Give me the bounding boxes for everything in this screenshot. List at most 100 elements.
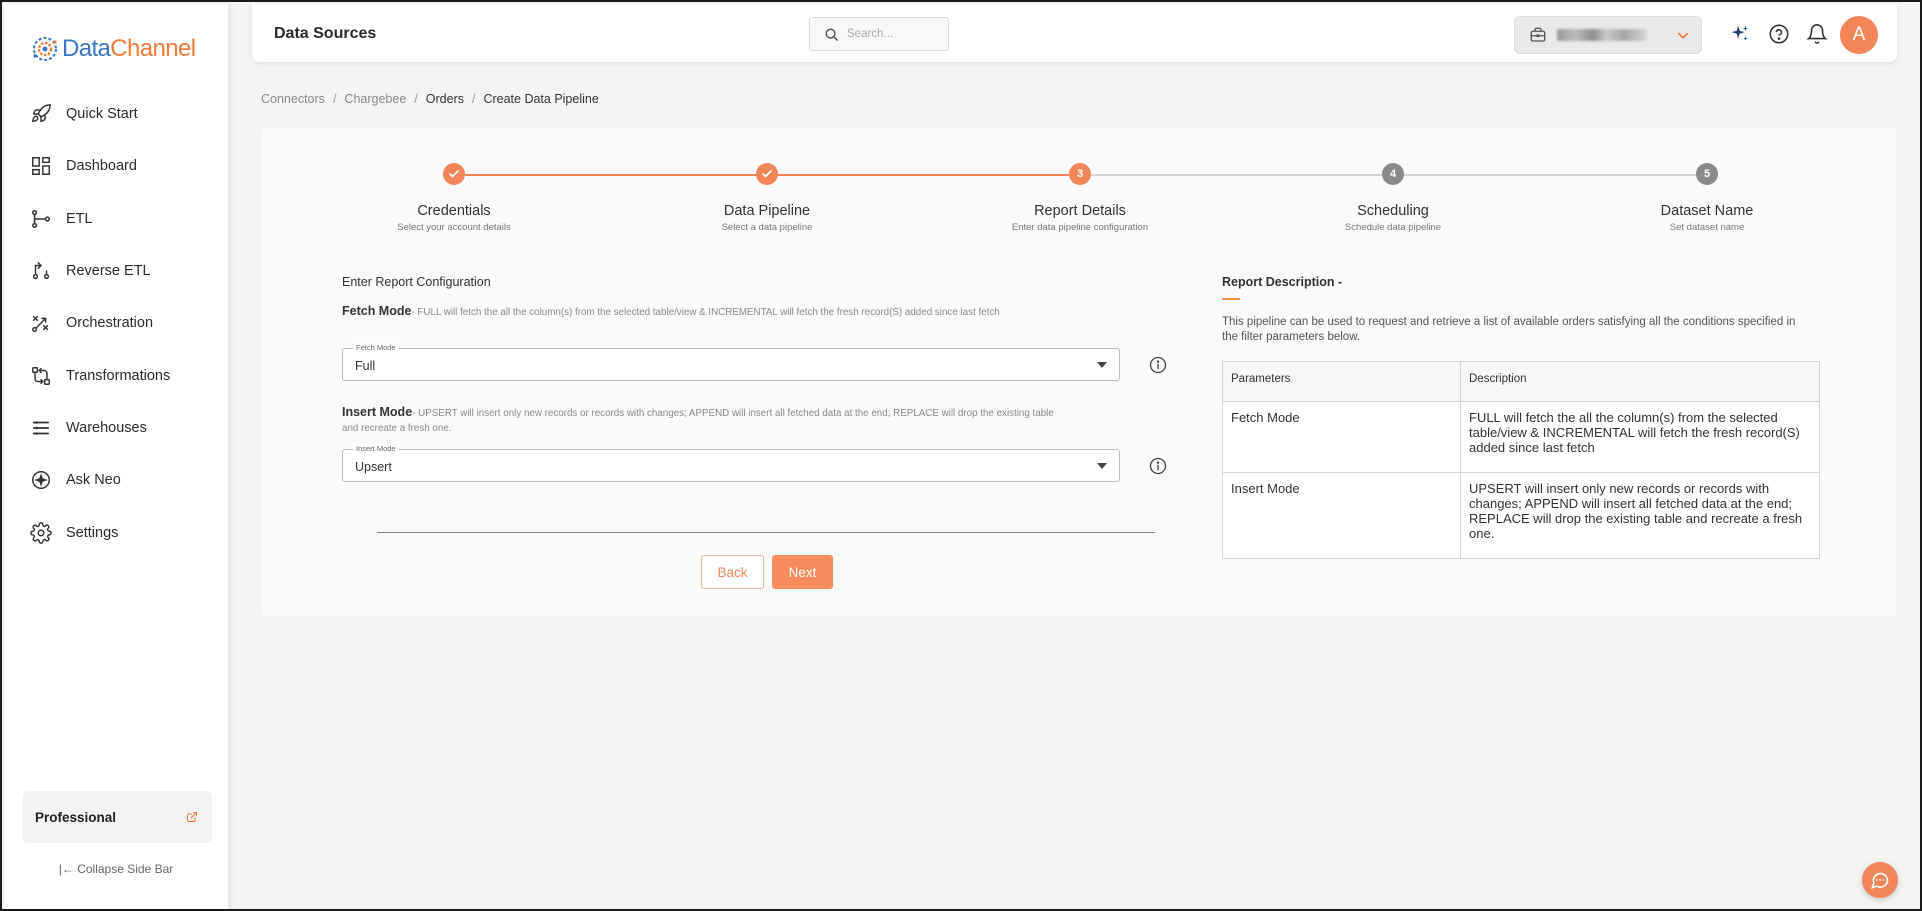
avatar[interactable]: A (1840, 16, 1878, 54)
fetch-mode-description: Fetch Mode- FULL will fetch the all the … (342, 304, 1062, 320)
back-button[interactable]: Back (701, 555, 764, 589)
info-icon[interactable] (1149, 356, 1167, 374)
table-cell: FULL will fetch the all the column(s) fr… (1460, 401, 1820, 473)
sidebar-item-label: Ask Neo (66, 472, 121, 489)
reverse-etl-icon (32, 262, 50, 280)
form-divider (377, 532, 1155, 533)
workspace-selector[interactable] (1514, 16, 1702, 54)
breadcrumb-connectors[interactable]: Connectors (261, 92, 325, 106)
ask-neo-icon (32, 471, 50, 490)
collapse-icon: |← (58, 862, 78, 876)
step-subtitle: Set dataset name (1669, 222, 1745, 233)
orchestration-icon (32, 316, 49, 333)
plan-card[interactable]: Professional (22, 791, 212, 843)
step-3-active: 3 (1069, 163, 1091, 185)
collapse-label: Collapse Side Bar (77, 862, 174, 876)
rocket-icon (32, 104, 51, 123)
sidebar-item-etl[interactable]: ETL (4, 193, 228, 245)
sidebar-item-ask-neo[interactable]: Ask Neo (4, 454, 228, 506)
sidebar-item-dashboard[interactable]: Dashboard (4, 140, 228, 192)
table-header: Parameters (1222, 361, 1461, 402)
table-cell: Fetch Mode (1222, 401, 1461, 473)
table-header: Description (1460, 361, 1820, 402)
sidebar-item-orchestration[interactable]: Orchestration (4, 297, 228, 349)
step-title: Dataset Name (1660, 203, 1754, 219)
report-description-title: Report Description - (1222, 275, 1343, 289)
step-title: Scheduling (1357, 203, 1429, 219)
checkmark-icon (449, 170, 459, 178)
breadcrumb-separator: / (414, 92, 418, 106)
sidebar-item-reverse-etl[interactable]: Reverse ETL (4, 245, 228, 297)
next-button[interactable]: Next (772, 555, 833, 589)
sidebar-item-label: Warehouses (66, 419, 147, 436)
parameters-table: Parameters Description Fetch Mode FULL w… (1222, 361, 1820, 559)
sidebar-item-transformations[interactable]: Transformations (4, 349, 228, 401)
logo-text-channel: Channel (110, 35, 196, 62)
warehouses-icon (32, 421, 50, 435)
info-icon[interactable] (1149, 457, 1167, 475)
table-cell: UPSERT will insert only new records or r… (1460, 472, 1820, 559)
step-title: Data Pipeline (723, 203, 811, 219)
sidebar-item-warehouses[interactable]: Warehouses (4, 402, 228, 454)
insert-mode-select[interactable]: Insert Mode Upsert (342, 444, 1120, 482)
top-header: Data Sources Search... A (252, 4, 1897, 62)
title-accent-underline (1222, 298, 1240, 300)
breadcrumb-orders[interactable]: Orders (426, 92, 464, 106)
breadcrumb-separator: / (471, 92, 476, 106)
search-input[interactable]: Search... (809, 17, 949, 51)
insert-mode-heading: Insert Mode (342, 405, 413, 419)
sparkle-icon[interactable] (1729, 23, 1751, 45)
sidebar-item-label: Transformations (66, 367, 171, 384)
stepper-connector-pending (1404, 174, 1696, 176)
dropdown-arrow-icon (1097, 362, 1107, 368)
table-cell: Insert Mode (1222, 472, 1461, 559)
sidebar-item-label: Settings (66, 524, 119, 541)
logo[interactable]: DataChannel (30, 34, 196, 64)
sidebar-item-quick-start[interactable]: Quick Start (4, 88, 228, 140)
stepper-connector-pending (1091, 174, 1382, 176)
briefcase-icon (1530, 27, 1546, 42)
insert-mode-help-text: - UPSERT will insert only new records or… (342, 408, 1054, 434)
fetch-mode-value: Full (355, 359, 376, 373)
table-row: Fetch Mode FULL will fetch the all the c… (1222, 401, 1820, 473)
logo-text-data: Data (62, 35, 111, 62)
section-title: Enter Report Configuration (342, 275, 491, 289)
step-subtitle: Schedule data pipeline (1344, 222, 1442, 233)
sidebar-item-label: Quick Start (66, 106, 138, 123)
checkmark-icon (762, 170, 772, 178)
fetch-mode-help-text: - FULL will fetch the all the column(s) … (411, 307, 1000, 318)
stepper-connector-done (778, 174, 1069, 176)
page-title: Data Sources (274, 25, 377, 42)
bell-icon[interactable] (1806, 23, 1828, 45)
table-row: Insert Mode UPSERT will insert only new … (1222, 472, 1820, 559)
fetch-mode-select[interactable]: Fetch Mode Full (342, 343, 1120, 381)
dropdown-arrow-icon (1097, 463, 1107, 469)
step-4-pending: 4 (1382, 163, 1404, 185)
step-1-done (443, 163, 465, 185)
collapse-sidebar-button[interactable]: |← Collapse Side Bar (4, 862, 228, 876)
sidebar-item-settings[interactable]: Settings (4, 506, 228, 558)
sidebar-nav: Quick Start Dashboard ETL Reverse ETL Or… (4, 88, 228, 559)
step-5-pending: 5 (1696, 163, 1718, 185)
step-subtitle: Select your account details (397, 222, 511, 233)
workspace-name-redacted (1557, 29, 1647, 41)
insert-mode-value: Upsert (355, 460, 392, 474)
etl-icon (32, 209, 50, 228)
breadcrumb-separator: / (332, 92, 337, 106)
sidebar-item-label: ETL (66, 210, 93, 227)
insert-mode-description: Insert Mode- UPSERT will insert only new… (342, 405, 1062, 436)
datachannel-logo-icon (33, 37, 57, 61)
app-window: DataChannel Quick Start Dashboard ETL Re… (0, 0, 1922, 911)
sidebar-item-label: Dashboard (66, 158, 137, 175)
help-icon[interactable] (1768, 23, 1790, 45)
chat-button[interactable] (1862, 862, 1898, 898)
breadcrumb-current: Create Data Pipeline (483, 92, 599, 106)
report-description-text: This pipeline can be used to request and… (1222, 316, 1796, 343)
breadcrumb-chargebee[interactable]: Chargebee (344, 92, 406, 106)
external-link-icon[interactable] (186, 811, 198, 823)
logo-text: DataChannel (62, 35, 196, 63)
search-icon (825, 27, 838, 41)
step-subtitle: Enter data pipeline configuration (1011, 222, 1149, 233)
search-placeholder: Search... (847, 28, 894, 40)
chat-icon (1871, 872, 1889, 889)
